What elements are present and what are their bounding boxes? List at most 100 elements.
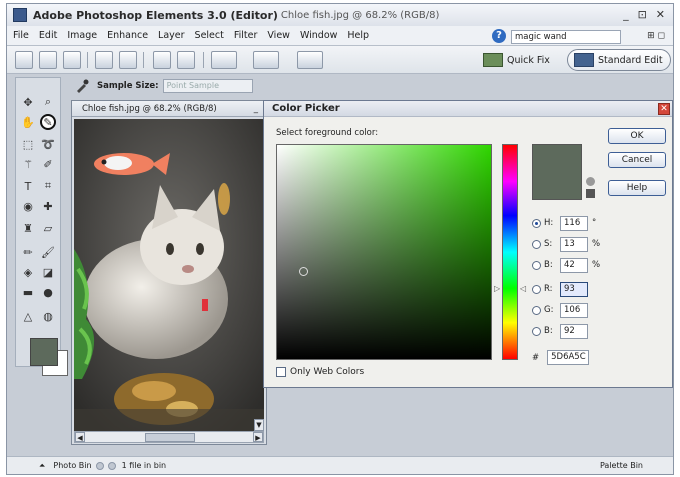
gradient-tool-icon[interactable]: ◪ xyxy=(40,264,56,280)
red-field[interactable]: 93 xyxy=(560,281,588,297)
saturation-label: S: xyxy=(544,239,553,249)
menu-select[interactable]: Select xyxy=(195,30,224,41)
menu-window[interactable]: Window xyxy=(300,30,337,41)
blur-tool-icon[interactable]: ● xyxy=(40,284,56,300)
color-field-cursor[interactable] xyxy=(299,267,308,276)
menu-help[interactable]: Help xyxy=(347,30,369,41)
menu-layer[interactable]: Layer xyxy=(158,30,185,41)
scrollbar-thumb[interactable] xyxy=(145,433,195,442)
hex-field[interactable]: 5D6A5C xyxy=(547,350,590,365)
saturation-radio[interactable] xyxy=(532,239,541,249)
ok-button[interactable]: OK xyxy=(608,128,666,144)
color-picker-title-bar[interactable]: Color Picker ✕ xyxy=(264,101,672,117)
blue-row: B: 92 xyxy=(532,323,588,339)
document-minimize-button[interactable]: _ xyxy=(254,101,258,117)
minimize-button[interactable]: _ xyxy=(623,8,629,21)
menu-filter[interactable]: Filter xyxy=(234,30,258,41)
file-count: 1 file in bin xyxy=(121,461,167,470)
blue-label: B: xyxy=(544,326,553,336)
hue-field[interactable]: 116 xyxy=(560,215,588,231)
green-field[interactable]: 106 xyxy=(560,302,588,318)
blue-field[interactable]: 92 xyxy=(560,323,588,339)
type-tool-icon[interactable]: T xyxy=(20,178,36,194)
brightness-radio[interactable] xyxy=(532,260,541,270)
document-canvas[interactable] xyxy=(74,119,264,431)
help-button[interactable]: Help xyxy=(608,180,666,196)
eyedropper-tool-icon[interactable]: ✎ xyxy=(40,114,56,130)
marquee-tool-icon[interactable]: ⬚ xyxy=(20,136,36,152)
red-radio[interactable] xyxy=(532,284,541,294)
document-title-bar[interactable]: Chloe fish.jpg @ 68.2% (RGB/8) _ xyxy=(72,101,266,117)
sharpen-tool-icon[interactable]: △ xyxy=(20,308,36,324)
selection-brush-tool-icon[interactable]: ✐ xyxy=(40,156,56,172)
sponge-tool-icon[interactable]: ◍ xyxy=(40,308,56,324)
close-button[interactable]: ✕ xyxy=(656,8,665,21)
standard-edit-button[interactable]: Standard Edit xyxy=(567,49,671,71)
only-web-colors-checkbox[interactable] xyxy=(276,367,286,377)
menu-edit[interactable]: Edit xyxy=(39,30,57,41)
menu-image[interactable]: Image xyxy=(67,30,97,41)
restore-button[interactable]: ⊡ xyxy=(638,8,647,21)
hue-radio[interactable] xyxy=(532,218,541,228)
hue-label: H: xyxy=(544,218,554,228)
brush-tool-icon[interactable]: 🖌 xyxy=(40,244,56,260)
horizontal-scrollbar[interactable]: ◀ ▶ xyxy=(74,431,264,443)
zoom-tool-icon[interactable]: ⌕ xyxy=(40,94,56,110)
next-photo-icon[interactable] xyxy=(107,461,116,470)
quick-fix-button[interactable]: Quick Fix xyxy=(483,50,563,70)
quick-fix-icon xyxy=(483,53,503,67)
undo-icon[interactable] xyxy=(153,51,171,69)
redo-icon[interactable] xyxy=(177,51,195,69)
cancel-button[interactable]: Cancel xyxy=(608,152,666,168)
healing-brush-tool-icon[interactable]: ✚ xyxy=(40,198,56,214)
hex-symbol: # xyxy=(532,352,540,363)
photo-bin-label[interactable]: Photo Bin xyxy=(53,461,91,470)
help-icon[interactable]: ? xyxy=(492,29,506,43)
shape-tool-icon[interactable]: ▬ xyxy=(20,284,36,300)
saturation-brightness-field[interactable] xyxy=(276,144,492,360)
help-search-input[interactable]: magic wand xyxy=(511,30,621,44)
saturation-field[interactable]: 13 xyxy=(560,236,588,252)
scroll-left-icon[interactable]: ◀ xyxy=(75,432,85,442)
palette-toggle-icon[interactable]: ⊞ ◻ xyxy=(647,31,665,41)
slideshow-icon[interactable] xyxy=(297,51,323,69)
web-safe-swatch[interactable] xyxy=(586,189,595,198)
paint-bucket-tool-icon[interactable]: ◈ xyxy=(20,264,36,280)
green-radio[interactable] xyxy=(532,305,541,315)
crop-tool-icon[interactable]: ⌗ xyxy=(40,178,56,194)
hand-tool-icon[interactable]: ✋ xyxy=(20,114,36,130)
open-file-icon[interactable] xyxy=(39,51,57,69)
hue-slider[interactable] xyxy=(502,144,518,360)
scroll-right-icon[interactable]: ▶ xyxy=(253,432,263,442)
photo-bin-toggle-icon[interactable]: ⏶ xyxy=(39,461,45,471)
clone-stamp-tool-icon[interactable]: ♜ xyxy=(20,220,36,236)
pencil-tool-icon[interactable]: ✏ xyxy=(20,244,36,260)
move-tool-icon[interactable]: ✥ xyxy=(20,94,36,110)
prev-photo-icon[interactable] xyxy=(95,461,104,470)
online-services-icon[interactable] xyxy=(119,51,137,69)
organizer-icon[interactable] xyxy=(253,51,279,69)
menu-enhance[interactable]: Enhance xyxy=(107,30,148,41)
palette-bin-label[interactable]: Palette Bin xyxy=(600,461,643,470)
create-icon[interactable] xyxy=(211,51,237,69)
dialog-close-icon[interactable]: ✕ xyxy=(658,103,670,115)
lasso-tool-icon[interactable]: ➰ xyxy=(40,136,56,152)
menu-view[interactable]: View xyxy=(267,30,290,41)
save-icon[interactable] xyxy=(63,51,81,69)
brightness-field[interactable]: 42 xyxy=(560,257,588,273)
sample-size-select[interactable]: Point Sample xyxy=(162,79,253,93)
eraser-tool-icon[interactable]: ▱ xyxy=(40,220,56,236)
hue-slider-left-arrow-icon[interactable]: ▷ xyxy=(494,284,500,293)
menu-file[interactable]: File xyxy=(13,30,29,41)
red-eye-tool-icon[interactable]: ◉ xyxy=(20,198,36,214)
magic-wand-tool-icon[interactable]: ⚚ xyxy=(20,156,36,172)
only-web-colors-option[interactable]: Only Web Colors xyxy=(276,367,364,377)
hue-slider-right-arrow-icon[interactable]: ◁ xyxy=(520,284,526,293)
web-safe-warning-icon[interactable] xyxy=(586,177,595,186)
hue-row: H: 116 ° xyxy=(532,215,596,231)
scroll-down-icon[interactable]: ▼ xyxy=(254,419,264,431)
blue-radio[interactable] xyxy=(532,326,541,336)
foreground-color-swatch[interactable] xyxy=(30,338,58,366)
print-icon[interactable] xyxy=(95,51,113,69)
new-file-icon[interactable] xyxy=(15,51,33,69)
